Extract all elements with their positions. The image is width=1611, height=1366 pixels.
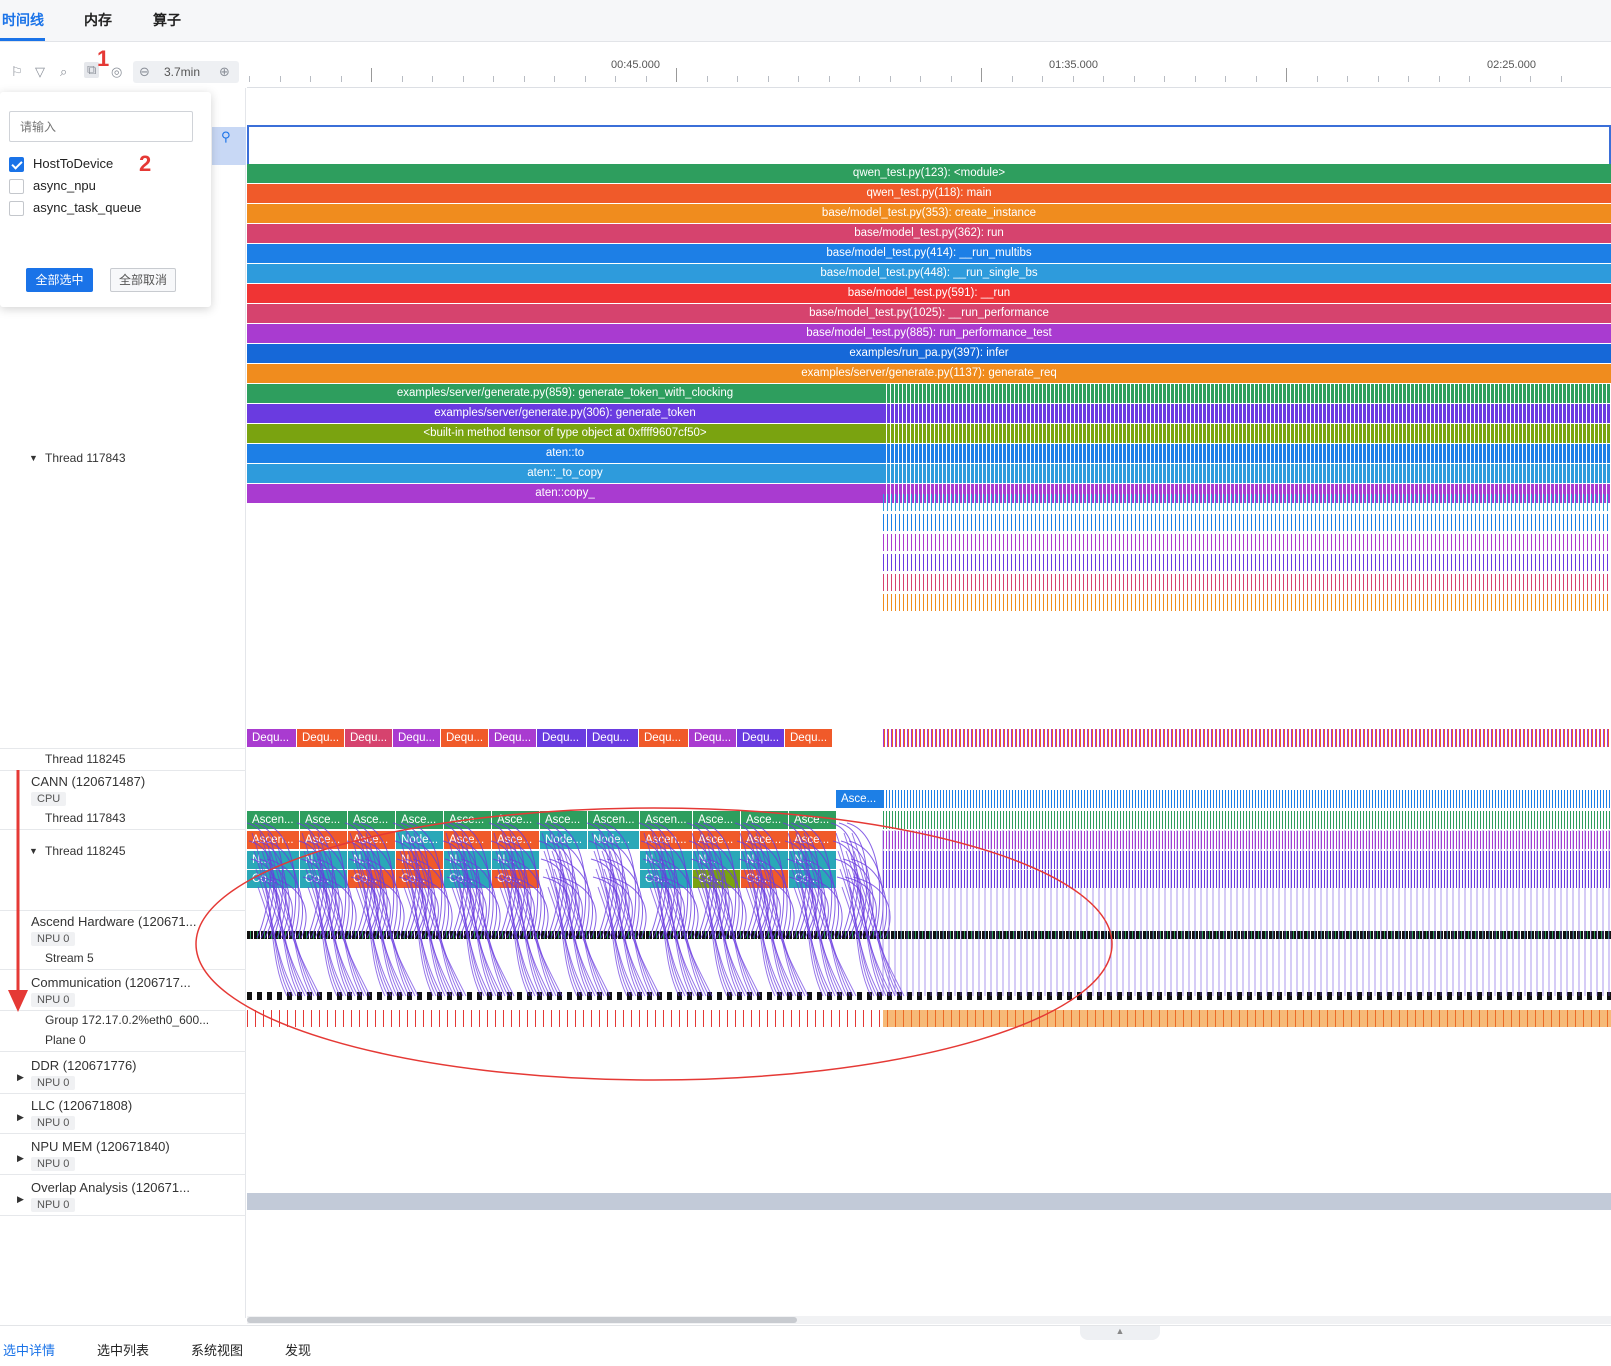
horizontal-scrollbar-thumb[interactable] — [247, 1317, 797, 1323]
checkbox-async-task-queue[interactable] — [9, 201, 24, 216]
panel-toggle-icon[interactable]: ▲ — [1080, 1326, 1160, 1340]
red-arrow-head — [8, 990, 28, 1012]
select-all-button[interactable]: 全部选中 — [26, 268, 93, 292]
checkbox-label: async_task_queue — [33, 200, 142, 215]
checkbox-hosttodevice[interactable] — [9, 157, 24, 172]
red-ellipse — [195, 807, 1113, 1081]
tab-selection-details[interactable]: 选中详情 — [3, 1340, 55, 1359]
tab-discover[interactable]: 发现 — [285, 1340, 311, 1359]
bottom-panel-tabs: 选中详情 选中列表 系统视图 发现 ▲ — [0, 1325, 1611, 1366]
checkbox-async-npu[interactable] — [9, 179, 24, 194]
deselect-all-button[interactable]: 全部取消 — [110, 268, 176, 292]
annotation-mark-2: 2 — [139, 151, 152, 176]
filter-popup: HostToDevice async_npu async_task_queue … — [0, 92, 211, 307]
tab-selection-list[interactable]: 选中列表 — [97, 1340, 149, 1359]
checkbox-label: async_npu — [33, 178, 96, 193]
checkbox-label: HostToDevice — [33, 156, 114, 171]
annotation-overlay — [8, 770, 1113, 1081]
tab-system-view[interactable]: 系统视图 — [191, 1340, 243, 1359]
filter-search-input[interactable] — [9, 111, 193, 142]
app-root: 时间线 内存 算子 ⚐ ▽ ⌕ ⧉ ◎ ⊖ 3.7min ⊕ 1 00:45.0… — [0, 0, 1611, 1366]
